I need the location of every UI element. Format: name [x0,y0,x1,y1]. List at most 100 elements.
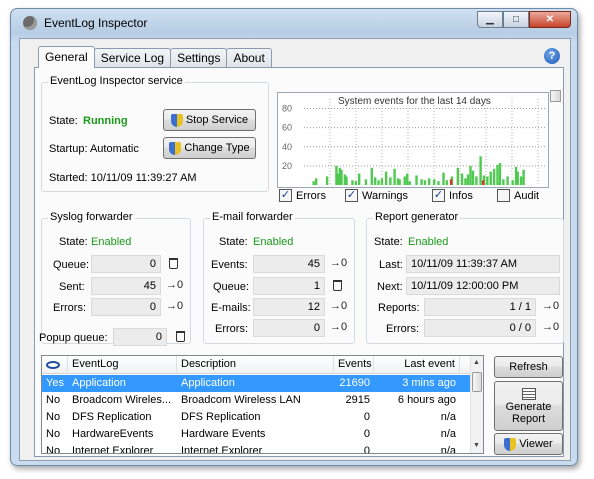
tab-general[interactable]: General [38,46,95,68]
scroll-thumb[interactable] [472,372,482,392]
report-errors-field: 0 / 0 [424,319,536,337]
table-row[interactable]: No Broadcom Wireles... Broadcom Wireless L… [42,392,472,409]
cell-log: Application [72,377,126,389]
bar-infos [498,163,502,185]
change-type-button[interactable]: Change Type [163,137,256,159]
popup-queue-label: Popup queue: [39,332,108,344]
bar-infos [423,180,427,185]
bar-infos [403,176,406,185]
title-bar[interactable]: EventLog Inspector ▁ □ ✕ [11,9,577,37]
tab-settings[interactable]: Settings [170,48,228,68]
bar-infos [445,180,449,185]
viewer-button[interactable]: Viewer [494,433,563,455]
bar-errors [481,180,485,185]
scroll-up-icon[interactable]: ▲ [473,359,480,366]
reset-events-icon[interactable]: →0 [330,257,347,269]
table-row[interactable]: Yes Application Application 21690 3 mins ago [42,375,472,392]
checkbox-box[interactable]: ✓ [432,189,445,202]
startup-label: Startup: Automatic [49,143,139,155]
bar-infos [466,174,470,185]
table-row[interactable]: No DFS Replication DFS Replication 0 n/a [42,409,472,426]
eye-icon [46,361,60,369]
cell-on: Yes [46,377,64,389]
cell-events: 0 [363,445,370,454]
cell-last: n/a [440,428,456,440]
close-button[interactable]: ✕ [529,11,571,28]
reset-report-errors-icon[interactable]: →0 [542,321,559,333]
reset-errors-icon[interactable]: →0 [166,300,183,312]
bar-infos [364,179,368,185]
reset-email-errors-icon[interactable]: →0 [330,321,347,333]
checkbox-label: Errors [296,189,326,202]
chart-title: System events for the last 14 days [338,96,491,107]
column-header-events[interactable]: Events [334,356,374,374]
report-errors-label: Errors: [386,323,419,335]
trash-icon[interactable] [333,280,342,291]
reset-sent-icon[interactable]: →0 [166,279,183,291]
tab-service-log[interactable]: Service Log [93,48,172,68]
bar-infos [377,180,380,185]
bar-infos [433,179,436,185]
trash-icon[interactable] [169,258,178,269]
bar-infos [442,172,445,185]
column-header-eventlog[interactable]: EventLog [68,356,177,374]
list-header: EventLog Description Events Last event [42,356,472,374]
bar-infos [437,181,440,185]
cell-on: No [46,445,61,454]
scroll-down-icon[interactable]: ▼ [473,442,480,449]
started-label: Started: 10/11/09 11:39:27 AM [49,172,197,184]
app-window: EventLog Inspector ▁ □ ✕ General Service… [10,8,578,466]
checkbox-box[interactable] [497,189,510,202]
general-page: EventLog Inspector service State: Runnin… [34,67,564,457]
email-errors-field: 0 [253,319,325,337]
report-last-field: 10/11/09 11:39:37 AM [406,255,560,273]
minimize-button[interactable]: ▁ [477,11,503,28]
maximize-button[interactable]: □ [503,11,529,28]
trash-icon[interactable] [176,331,185,342]
help-icon[interactable]: ? [544,48,560,64]
table-row[interactable]: No HardwareEvents Hardware Events 0 n/a [42,426,472,443]
filter-checkbox-errors[interactable]: ✓ Errors [279,189,326,202]
filter-checkbox-warnings[interactable]: ✓ Warnings [345,189,408,202]
column-header-description[interactable]: Description [177,356,334,374]
bar-infos [456,167,460,185]
checkbox-box[interactable]: ✓ [279,189,292,202]
tab-about[interactable]: About [226,48,272,68]
email-events-label: Events: [211,259,248,271]
chart-scroll-handle[interactable] [550,90,561,102]
list-scrollbar[interactable]: ▲ ▼ [470,356,483,453]
filter-checkbox-infos[interactable]: ✓ Infos [432,189,473,202]
cell-desc: Broadcom Wireless LAN [181,394,301,406]
table-row[interactable]: No Internet Explorer Internet Explorer 0 n/a [42,443,472,454]
report-next-label: Next: [377,281,403,293]
cell-events: 0 [363,428,370,440]
stop-service-label: Stop Service [185,114,249,126]
uac-shield-icon [170,113,183,127]
cell-on: No [46,394,61,406]
syslog-queue-label: Queue: [53,259,90,271]
filter-checkbox-audit[interactable]: Audit [497,189,539,202]
minimize-icon: ▁ [486,14,494,25]
checkbox-box[interactable]: ✓ [345,189,358,202]
column-header-last-event[interactable]: Last event [374,356,460,374]
events-chart-svg: 80 60 40 20 System events for the last 14 da… [282,96,546,185]
bar-infos [373,177,377,185]
app-icon [23,16,37,30]
report-last-label: Last: [379,259,403,271]
reset-emails-icon[interactable]: →0 [330,300,347,312]
bar-infos [496,164,499,185]
stop-service-button[interactable]: Stop Service [163,109,256,131]
reset-reports-icon[interactable]: →0 [542,300,559,312]
change-type-label: Change Type [184,142,250,154]
bar-infos [389,177,392,185]
cell-desc: Internet Explorer [181,445,263,454]
enabled-column-header[interactable] [42,356,68,374]
refresh-button[interactable]: Refresh [494,356,563,378]
cell-log: Internet Explorer [72,445,154,454]
bar-infos [479,156,482,185]
generate-report-button[interactable]: Generate Report [494,381,563,431]
cell-log: HardwareEvents [72,428,154,440]
cell-log: Broadcom Wireles... [72,394,172,406]
email-emails-label: E-mails: [211,302,251,314]
cell-on: No [46,428,61,440]
